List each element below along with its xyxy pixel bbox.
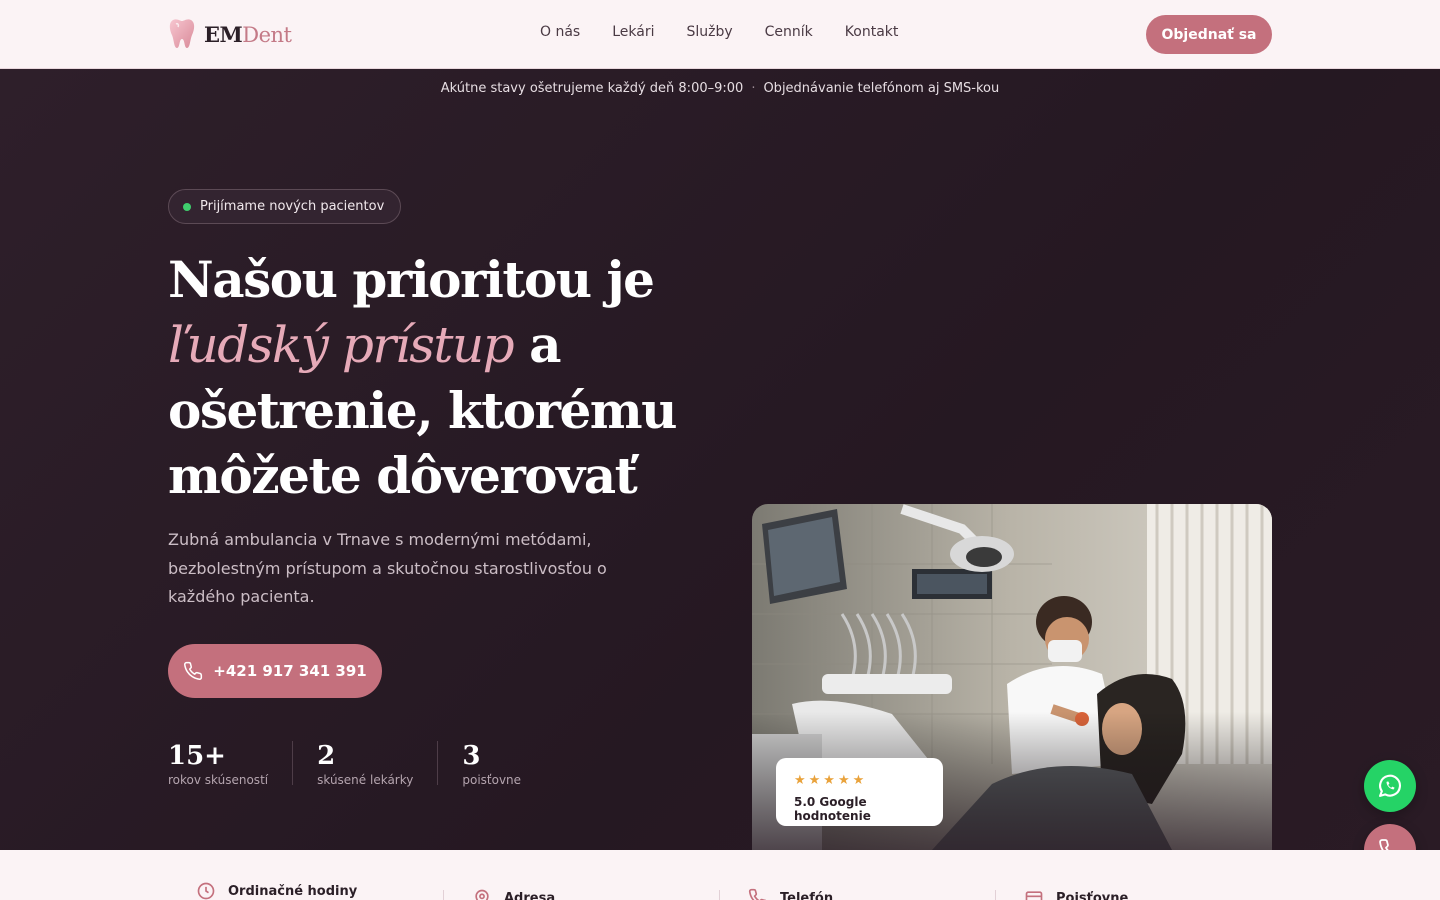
stats-row: 15+ rokov skúseností 2 skúsené lekárky 3…	[168, 741, 569, 787]
stat-label: rokov skúseností	[168, 773, 269, 787]
card-icon	[1025, 891, 1043, 900]
hero-headline: Našou prioritou je ľudský prístup a ošet…	[168, 247, 728, 508]
headline-line-3: ošetrenie, ktorému	[168, 381, 678, 440]
nav-link-lekari[interactable]: Lekári	[612, 24, 654, 40]
logo[interactable]: EMDent	[168, 17, 292, 51]
headline-italic: ľudský prístup	[168, 316, 515, 374]
stat-label: skúsené lekárky	[317, 773, 414, 787]
tooth-logo-icon	[169, 19, 195, 48]
info-strip: Ordinačné hodiny Adresa Telefón Poisťovn…	[0, 850, 1440, 900]
main-nav: O nás Lekári Služby Cenník Kontakt	[540, 24, 898, 40]
info-insurance: Poisťovne	[1024, 888, 1128, 900]
logo-text: EMDent	[204, 21, 292, 47]
whatsapp-icon	[1379, 774, 1401, 797]
stat-doctors: 2 skúsené lekárky	[317, 741, 439, 787]
info-opening-hours: Ordinačné hodiny	[196, 881, 357, 900]
nav-link-o-nas[interactable]: O nás	[540, 24, 580, 40]
book-appointment-button[interactable]: Objednať sa	[1146, 15, 1272, 54]
divider	[443, 890, 444, 900]
stat-experience: 15+ rokov skúseností	[168, 741, 294, 787]
announcement-separator: ·	[751, 81, 756, 96]
phone-icon	[748, 888, 766, 900]
stat-insurers: 3 poisťovne	[462, 741, 545, 787]
google-rating-card: ★★★★★ 5.0 Google hodnotenie	[776, 758, 943, 826]
phone-icon	[184, 661, 203, 680]
announcement-booking: Objednávanie telefónom aj SMS-kou	[763, 81, 1000, 96]
status-badge: Prijímame nových pacientov	[168, 189, 402, 224]
hero-section: Akútne stavy ošetrujeme každý deň 8:00–9…	[0, 69, 1440, 850]
info-label: Adresa	[504, 890, 556, 900]
status-dot-icon	[183, 202, 191, 211]
rating-stars-icon: ★★★★★	[794, 773, 868, 788]
whatsapp-button[interactable]	[1364, 760, 1416, 812]
stat-value: 2	[317, 741, 336, 771]
stat-value: 15+	[168, 741, 226, 771]
clock-icon	[197, 882, 215, 900]
info-phone: Telefón	[748, 888, 833, 900]
info-label: Poisťovne	[1056, 890, 1129, 900]
info-address: Adresa	[472, 888, 555, 900]
announcement-bar: Akútne stavy ošetrujeme každý deň 8:00–9…	[0, 81, 1440, 96]
info-label: Ordinačné hodiny	[228, 883, 358, 899]
hero-lead-text: Zubná ambulancia v Trnave s modernými me…	[168, 530, 607, 606]
stat-label: poisťovne	[462, 773, 522, 787]
call-phone-button[interactable]: +421 917 341 391	[168, 644, 382, 698]
pin-icon	[475, 889, 489, 900]
headline-line-1: Našou prioritou je	[168, 250, 655, 309]
headline-line-4: môžete dôverovať	[168, 446, 638, 505]
nav-link-cennik[interactable]: Cenník	[765, 24, 813, 40]
nav-link-sluzby[interactable]: Služby	[686, 24, 732, 40]
status-badge-label: Prijímame nových pacientov	[200, 199, 385, 214]
call-phone-label: +421 917 341 391	[213, 662, 367, 680]
announcement-acute: Akútne stavy ošetrujeme každý deň 8:00–9…	[440, 81, 744, 96]
rating-label: 5.0 Google hodnotenie	[794, 795, 871, 823]
site-header: EMDent O nás Lekári Služby Cenník Kontak…	[0, 0, 1440, 69]
nav-link-kontakt[interactable]: Kontakt	[845, 24, 899, 40]
divider	[995, 890, 996, 900]
info-label: Telefón	[780, 890, 834, 900]
stat-value: 3	[462, 741, 481, 771]
divider	[719, 890, 720, 900]
headline-conjunction: a	[529, 315, 561, 374]
